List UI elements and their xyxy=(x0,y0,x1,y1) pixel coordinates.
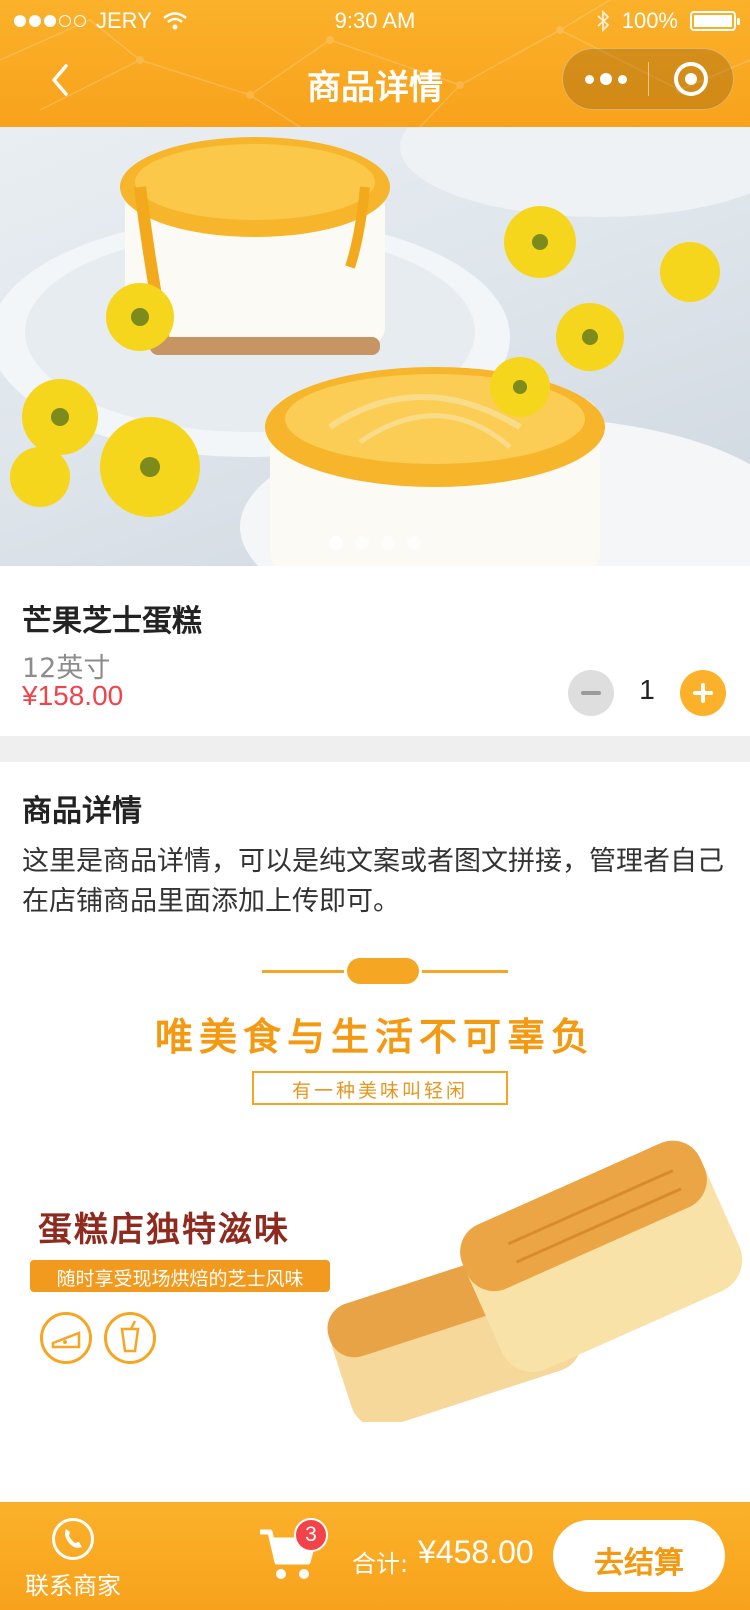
battery-icon xyxy=(690,11,740,31)
quantity-stepper: 1 xyxy=(568,670,726,716)
product-detail-section: 商品详情 这里是商品详情，可以是纯文案或者图文拼接，管理者自己在店铺商品里面添加… xyxy=(0,762,750,1502)
banner-rule-right xyxy=(422,970,508,973)
battery-level xyxy=(694,15,732,27)
status-right: 100% xyxy=(596,8,740,34)
section-divider xyxy=(0,736,750,762)
product-info: 芒果芝士蛋糕 12英寸 ¥158.00 1 xyxy=(0,566,750,736)
status-bar: JERY 9:30 AM 100% xyxy=(0,0,750,40)
contact-label: 联系商家 xyxy=(25,1572,121,1600)
cheese-icon xyxy=(40,1312,92,1364)
contact-merchant-button[interactable]: 联系商家 xyxy=(18,1518,128,1602)
banner-subline-frame: 有一种美味叫轻闲 xyxy=(252,1071,508,1105)
promo-headline: 蛋糕店独特滋味 xyxy=(38,1210,290,1250)
bluetooth-icon xyxy=(597,10,610,32)
banner-ornament xyxy=(347,958,419,984)
cart-button[interactable]: 3 xyxy=(258,1518,328,1588)
product-price: ¥158.00 xyxy=(22,680,124,711)
total-label: 合计: xyxy=(352,1550,409,1578)
more-dots-icon xyxy=(584,74,594,84)
cheese-glyph xyxy=(51,1331,81,1349)
record-circle-core xyxy=(685,73,697,85)
banner-rule-left xyxy=(262,970,344,973)
battery-percent: 100% xyxy=(621,8,678,33)
phone-icon xyxy=(52,1518,94,1560)
record-circle-icon xyxy=(674,62,708,96)
checkout-label: 去结算 xyxy=(594,1546,684,1581)
promo-tagline-ribbon: 随时享受现场烘焙的芝士风味 xyxy=(30,1260,330,1292)
carousel-indicator xyxy=(0,536,750,550)
phone-glyph xyxy=(65,1529,82,1548)
detail-text: 这里是商品详情，可以是纯文案或者图文拼接，管理者自己在店铺商品里面添加上传即可。 xyxy=(22,846,724,917)
promo-tagline: 随时享受现场烘焙的芝士风味 xyxy=(56,1268,304,1290)
more-dots-icon xyxy=(599,73,612,85)
header: JERY 9:30 AM 100% 商品详情 xyxy=(0,0,750,127)
banner-headline: 唯美食与生活不可辜负 xyxy=(154,1015,595,1059)
close-miniprogram-button[interactable] xyxy=(649,48,733,110)
drink-cup-glyph xyxy=(120,1320,140,1353)
product-image-carousel[interactable] xyxy=(0,127,750,566)
carousel-dot[interactable] xyxy=(381,536,395,550)
drink-cup-icon xyxy=(104,1312,156,1364)
more-dots-icon xyxy=(617,74,627,84)
mango-cheesecake-photo xyxy=(0,127,750,566)
total-amount: ¥458.00 xyxy=(418,1534,534,1570)
checkout-button[interactable]: 去结算 xyxy=(553,1520,725,1592)
decrease-quantity-button[interactable] xyxy=(568,670,614,716)
carousel-dot[interactable] xyxy=(407,536,421,550)
bread-loaf-photo xyxy=(327,1140,743,1422)
nav-bar: 商品详情 xyxy=(0,40,750,127)
miniprogram-capsule xyxy=(562,48,734,110)
increase-quantity-button[interactable] xyxy=(680,670,726,716)
carousel-dot[interactable] xyxy=(329,536,343,550)
more-button[interactable] xyxy=(563,48,648,110)
banner-subline: 有一种美味叫轻闲 xyxy=(291,1080,468,1102)
cart-count-badge: 3 xyxy=(294,1518,328,1552)
detail-title: 商品详情 xyxy=(22,794,142,829)
carousel-dot[interactable] xyxy=(355,536,369,550)
bottom-action-bar: 联系商家 3 合计: ¥458.00 去结算 xyxy=(0,1502,750,1610)
product-name: 芒果芝士蛋糕 xyxy=(22,604,202,639)
quantity-value: 1 xyxy=(639,674,655,705)
